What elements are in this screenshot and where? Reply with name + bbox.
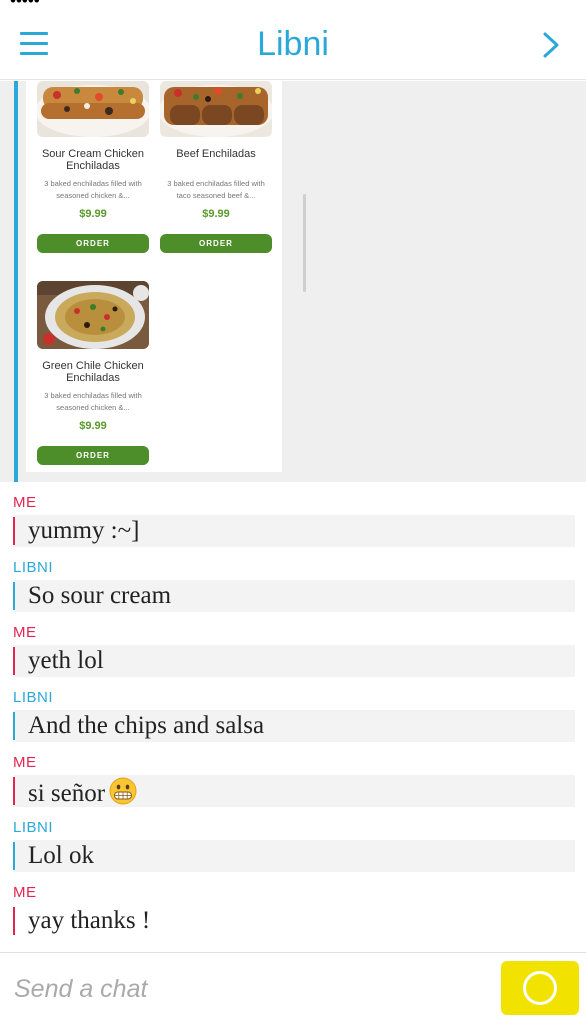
- item-price: $9.99: [79, 420, 107, 432]
- message-sender: LIBNI: [13, 689, 54, 706]
- message-bubble: yeth lol: [13, 645, 575, 677]
- item-description: 3 baked enchiladas filled with taco seas…: [167, 179, 265, 200]
- menu-item: Sour Cream Chicken Enchiladas 3 baked en…: [35, 81, 151, 253]
- menu-card[interactable]: Sour Cream Chicken Enchiladas 3 baked en…: [26, 81, 306, 472]
- status-bar: •••••: [0, 0, 586, 10]
- carrier-signal: •••••: [10, 0, 40, 10]
- capture-ring-icon: [523, 971, 557, 1005]
- order-button[interactable]: ORDER: [37, 234, 149, 253]
- message-sender: ME: [13, 494, 37, 511]
- grimacing-face-icon: [109, 777, 137, 805]
- message-bubble: And the chips and salsa: [13, 710, 575, 742]
- message-bubble: Lol ok: [13, 840, 575, 872]
- message-text: yeth lol: [28, 647, 104, 674]
- message-sender: LIBNI: [13, 819, 54, 836]
- message-text: si señor: [28, 780, 106, 807]
- message-sender: ME: [13, 754, 37, 771]
- chat-header: Libni: [0, 10, 586, 80]
- message-text: Lol ok: [28, 842, 94, 869]
- libni-message-bar: [14, 81, 18, 482]
- message-text: So sour cream: [28, 582, 172, 609]
- message-sender: ME: [13, 624, 37, 641]
- card-scrollbar[interactable]: [303, 194, 306, 292]
- item-name: Green Chile Chicken Enchiladas: [42, 360, 144, 384]
- item-price: $9.99: [79, 208, 107, 220]
- message-bubble: si señor: [13, 775, 575, 807]
- enchilada-photo: [158, 81, 274, 137]
- message-sender: LIBNI: [13, 559, 54, 576]
- chat-input[interactable]: [14, 973, 484, 1005]
- message-bubble: So sour cream: [13, 580, 575, 612]
- chat-title: Libni: [257, 25, 329, 63]
- item-price: $9.99: [202, 208, 230, 220]
- item-description: 3 baked enchiladas filled with seasoned …: [44, 391, 142, 412]
- item-description: 3 baked enchiladas filled with seasoned …: [44, 179, 142, 200]
- chat-thread: ME yummy :~] LIBNI So sour cream ME yeth…: [0, 482, 586, 952]
- message-text: And the chips and salsa: [28, 712, 265, 739]
- capture-button[interactable]: [501, 961, 579, 1015]
- chat-input-bar: [0, 952, 586, 1024]
- order-button[interactable]: ORDER: [37, 446, 149, 465]
- message-bubble: yay thanks !: [13, 905, 575, 937]
- item-name: Beef Enchiladas: [176, 148, 256, 160]
- message-text-row: si señor: [28, 777, 137, 808]
- item-name: Sour Cream Chicken Enchiladas: [41, 148, 145, 172]
- message-bubble: yummy :~]: [13, 515, 575, 547]
- shared-menu-card-area: Sour Cream Chicken Enchiladas 3 baked en…: [0, 81, 586, 482]
- order-button[interactable]: ORDER: [160, 234, 272, 253]
- chevron-right-icon[interactable]: [540, 32, 562, 58]
- message-text: yay thanks !: [28, 907, 151, 934]
- message-text: yummy :~]: [28, 517, 140, 544]
- message-sender: ME: [13, 884, 37, 901]
- menu-item: Beef Enchiladas 3 baked enchiladas fille…: [158, 81, 274, 253]
- enchilada-photo: [37, 281, 149, 349]
- menu-item: Green Chile Chicken Enchiladas 3 baked e…: [37, 281, 149, 465]
- enchilada-photo: [35, 81, 151, 137]
